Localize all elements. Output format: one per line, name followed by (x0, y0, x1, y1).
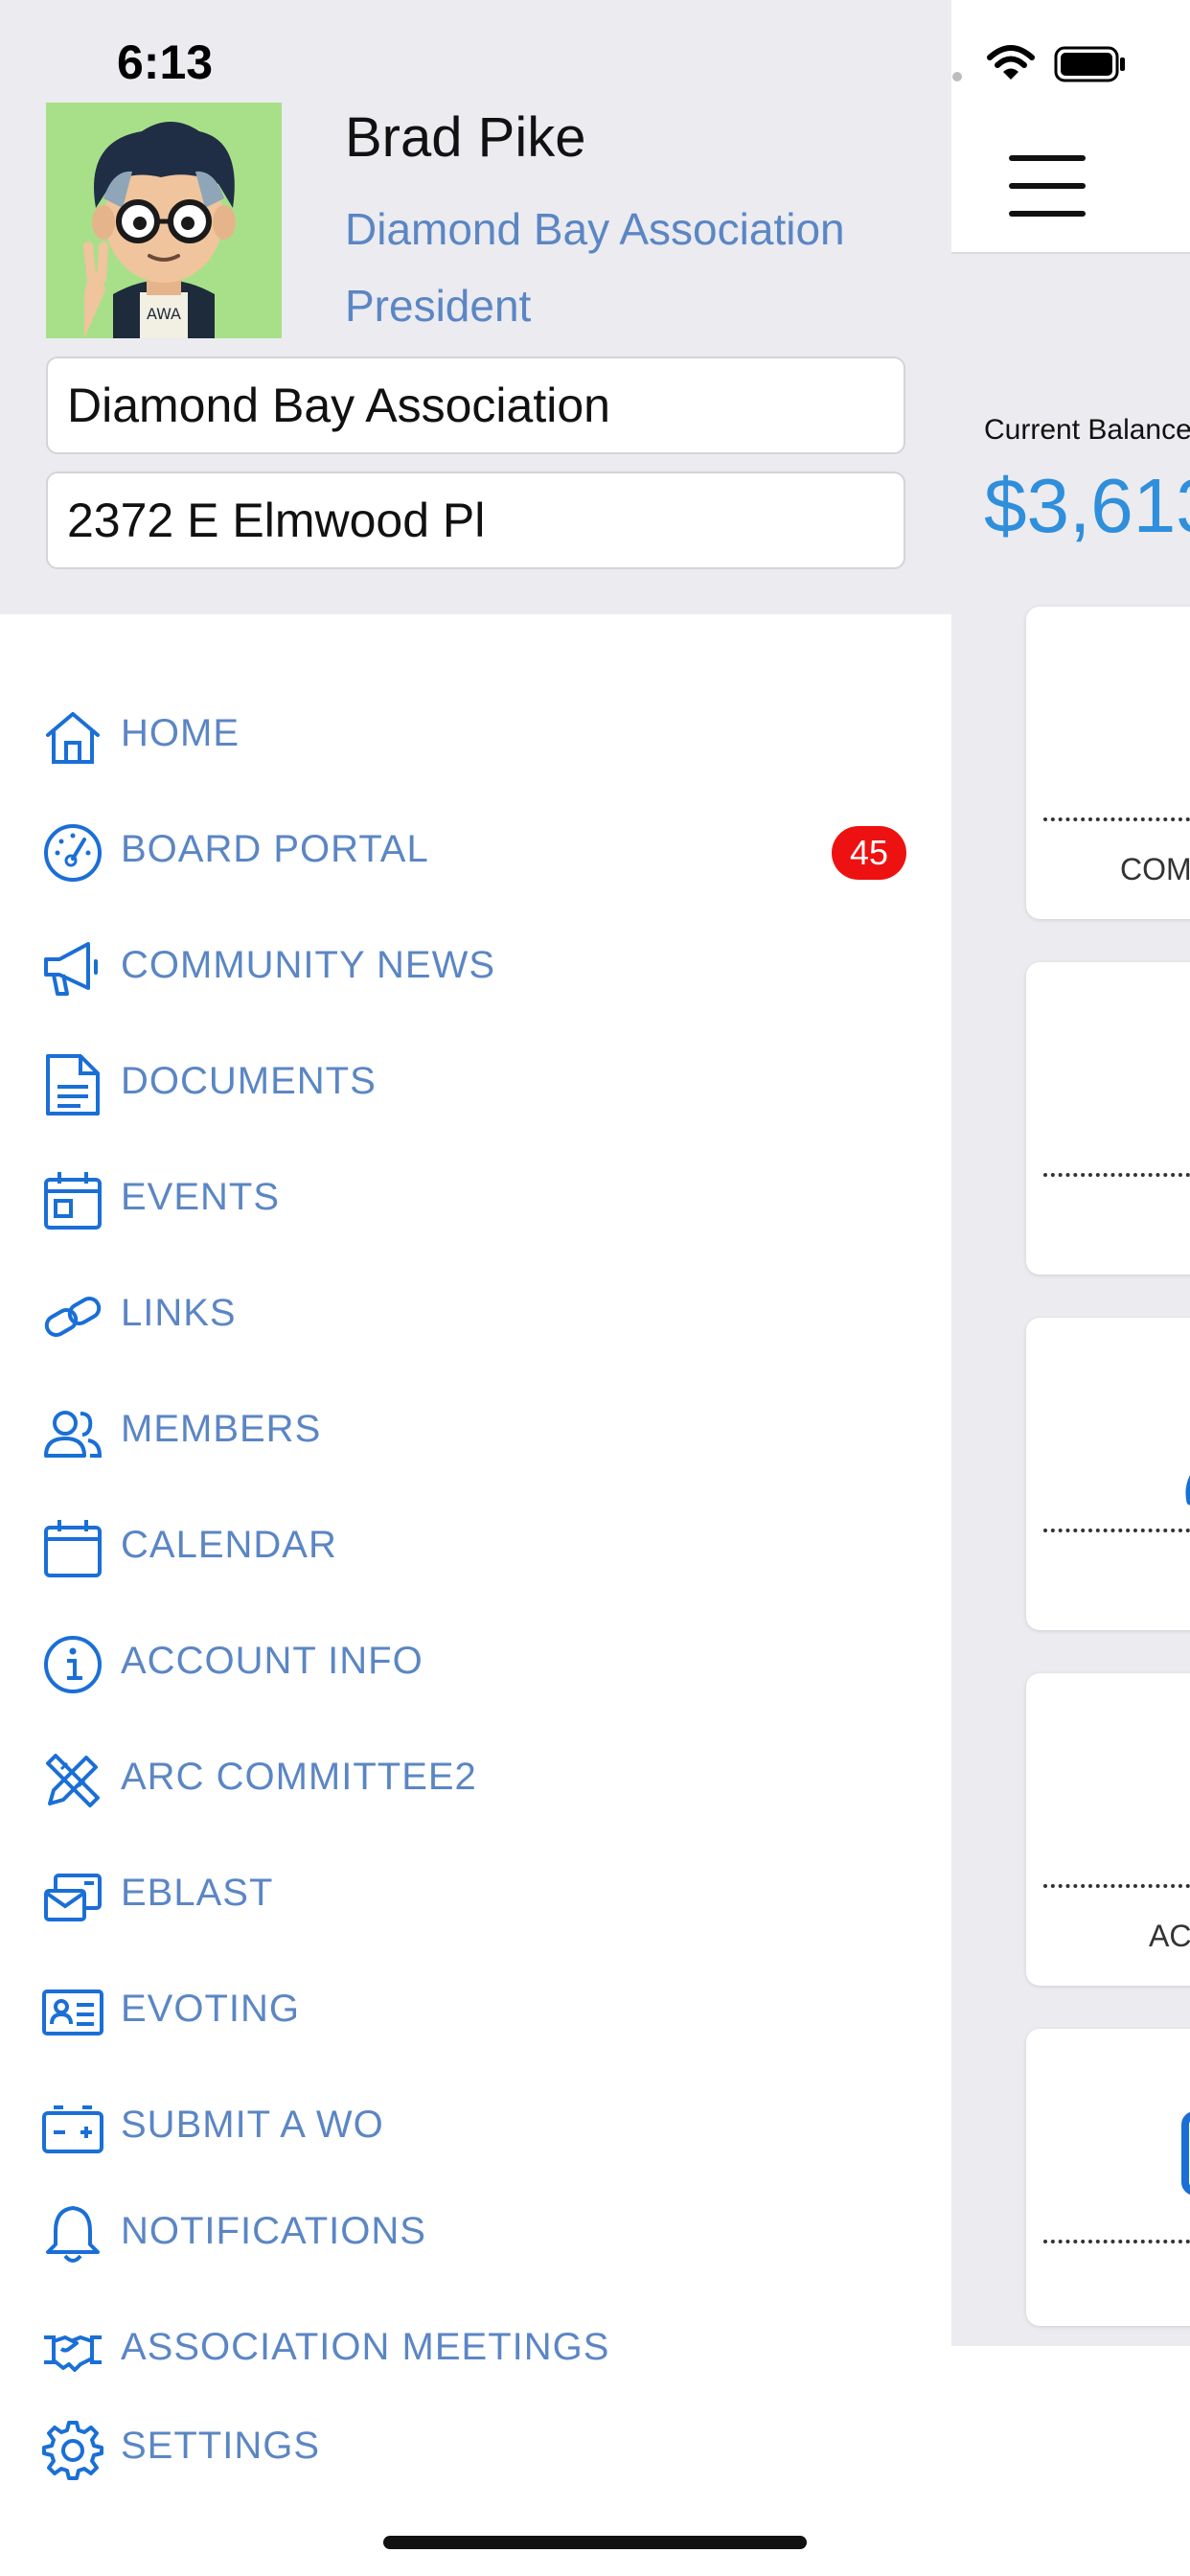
menu-label: HOME (121, 712, 240, 754)
dashboard-card[interactable]: COMM (1026, 607, 1190, 919)
svg-text:AWA: AWA (147, 305, 181, 323)
gear-icon (42, 2419, 103, 2480)
gauge-icon (42, 822, 103, 884)
avatar[interactable]: AWA (46, 103, 282, 338)
menu-label: ASSOCIATION MEETINGS (121, 2326, 610, 2368)
menu-label: NOTIFICATIONS (121, 2210, 426, 2252)
id-card-icon (42, 1982, 103, 2043)
balance-label: Current Balance (984, 414, 1190, 446)
info-icon (42, 1634, 103, 1695)
card-label: AC (1149, 1919, 1190, 1953)
menu-label: COMMUNITY NEWS (121, 944, 496, 986)
card-icon (1179, 2105, 1190, 2215)
menu-item-account-info[interactable]: ACCOUNT INFO (0, 1615, 951, 1711)
menu-label: EVOTING (121, 1988, 301, 2030)
megaphone-icon (42, 938, 103, 1000)
pencil-ruler-icon (42, 1750, 103, 1811)
battery-plus-icon (42, 2098, 103, 2159)
event-calendar-icon (42, 1170, 103, 1231)
menu-label: SUBMIT A WO (121, 2104, 384, 2146)
document-icon (42, 1054, 103, 1116)
menu-item-eblast[interactable]: EBLAST (0, 1847, 951, 1943)
menu-item-notifications[interactable]: NOTIFICATIONS (0, 2185, 951, 2281)
calendar-icon (42, 1518, 103, 1579)
address-selector[interactable]: 2372 E Elmwood Pl (46, 472, 905, 569)
user-association: Diamond Bay Association (345, 204, 845, 254)
dashboard-card[interactable] (1026, 2029, 1190, 2326)
menu-item-calendar[interactable]: CALENDAR (0, 1499, 951, 1595)
bell-icon (42, 2204, 103, 2266)
user-name: Brad Pike (345, 106, 586, 169)
main-top-bar (951, 0, 1190, 254)
card-icon (1175, 1450, 1190, 1521)
menu-label: BOARD PORTAL (121, 828, 429, 870)
menu-item-home[interactable]: HOME (0, 687, 951, 783)
menu-label: EVENTS (121, 1176, 281, 1218)
menu-item-links[interactable]: LINKS (0, 1267, 951, 1363)
notification-badge: 45 (832, 826, 906, 880)
side-drawer: 6:13 AWA Brad Pike Diamond Bay Associati… (0, 0, 951, 2576)
card-label: COMM (1120, 852, 1190, 886)
menu-item-board-portal[interactable]: BOARD PORTAL (0, 803, 951, 899)
menu-label: MEMBERS (121, 1408, 322, 1450)
menu-label: EBLAST (121, 1872, 274, 1914)
menu-item-documents[interactable]: DOCUMENTS (0, 1035, 951, 1131)
menu-item-community-news[interactable]: COMMUNITY NEWS (0, 919, 951, 1015)
main-content: Current Balance $3,613 COMM AC (951, 0, 1190, 2346)
home-indicator[interactable] (383, 2536, 807, 2549)
balance-value: $3,613 (984, 463, 1190, 548)
menu-label: DOCUMENTS (121, 1060, 377, 1102)
menu-label: ACCOUNT INFO (121, 1640, 423, 1682)
dashboard-card[interactable] (1026, 1318, 1190, 1630)
status-time: 6:13 (117, 35, 214, 89)
members-icon (42, 1402, 103, 1463)
menu-label: ARC COMMITTEE2 (121, 1756, 477, 1798)
menu-item-members[interactable]: MEMBERS (0, 1383, 951, 1479)
menu-label: LINKS (121, 1292, 237, 1334)
hamburger-menu-icon[interactable] (1009, 155, 1086, 217)
association-selector[interactable]: Diamond Bay Association (46, 356, 905, 454)
battery-icon (1054, 46, 1127, 82)
menu-item-evoting[interactable]: EVOTING (0, 1963, 951, 2058)
menu-label: CALENDAR (121, 1524, 337, 1566)
home-icon (42, 706, 103, 768)
link-icon (42, 1286, 103, 1347)
menu-item-association-meetings[interactable]: ASSOCIATION MEETINGS (0, 2301, 951, 2397)
dashboard-card[interactable]: AC (1026, 1673, 1190, 1986)
menu-item-arc-committee2[interactable]: ARC COMMITTEE2 (0, 1731, 951, 1827)
drawer-header: 6:13 AWA Brad Pike Diamond Bay Associati… (0, 0, 951, 614)
menu-item-events[interactable]: EVENTS (0, 1151, 951, 1247)
menu-item-submit-a-wo[interactable]: SUBMIT A WO (0, 2079, 951, 2174)
dashboard-card[interactable] (1026, 962, 1190, 1275)
handshake-icon (42, 2320, 103, 2381)
menu-label: SETTINGS (121, 2425, 321, 2467)
menu-item-settings[interactable]: SETTINGS (0, 2400, 951, 2496)
mail-stack-icon (42, 1866, 103, 1927)
user-role: President (345, 281, 532, 331)
wifi-icon (987, 44, 1035, 82)
